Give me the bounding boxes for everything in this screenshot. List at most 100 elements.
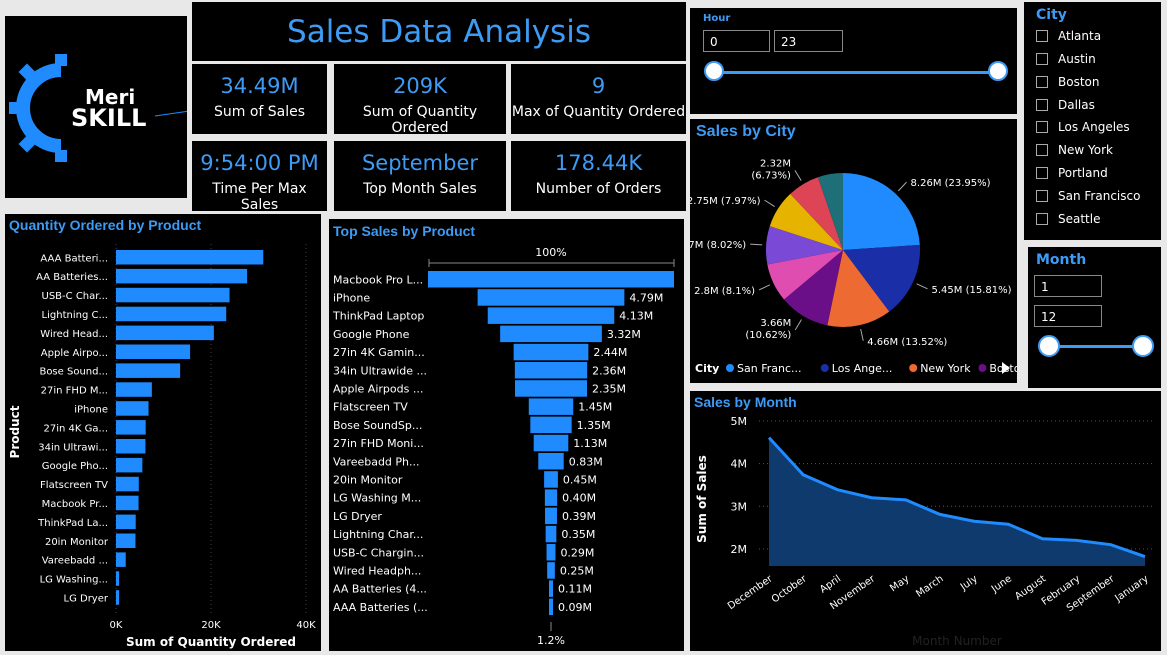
city-label: Atlanta (1058, 29, 1102, 43)
checkbox[interactable] (1036, 121, 1048, 133)
funnel-bar (546, 544, 556, 561)
bar (116, 363, 181, 378)
city-checkbox-row[interactable]: New York (1036, 141, 1113, 159)
funnel-value-label: 2.44M (593, 346, 627, 359)
funnel-category-label: 34in Ultrawide ... (333, 364, 427, 377)
pie-data-label: 2.75M (7.97%) (690, 196, 761, 207)
city-label: Dallas (1058, 98, 1095, 112)
city-checkbox-row[interactable]: Austin (1036, 50, 1096, 68)
funnel-bar (500, 325, 602, 343)
y-tick-label: Flatscreen TV (40, 480, 108, 491)
city-label: Austin (1058, 52, 1096, 66)
legend-title: City (695, 362, 719, 375)
legend-marker (726, 364, 734, 372)
checkbox[interactable] (1036, 213, 1048, 225)
x-tick-label: December (726, 573, 776, 612)
funnel-category-label: 27in 4K Gamin... (333, 346, 425, 359)
city-checkbox-row[interactable]: Dallas (1036, 96, 1095, 114)
city-label: Boston (1058, 75, 1100, 89)
kpi-value: 9:54:00 PM (200, 151, 319, 175)
funnel-category-label: iPhone (333, 291, 370, 304)
pie-data-label: 4.66M (13.52%) (867, 337, 947, 348)
funnel-bar (533, 434, 569, 452)
bar (116, 401, 149, 416)
legend-marker (978, 364, 987, 372)
funnel-category-label: AAA Batteries (... (333, 601, 428, 614)
y-axis-title: Product (8, 405, 22, 458)
x-tick-label: July (958, 573, 980, 593)
city-checkbox-row[interactable]: Atlanta (1036, 27, 1101, 45)
funnel-category-label: Bose SoundSp... (333, 419, 422, 432)
hour-max-input[interactable]: 23 (774, 30, 843, 52)
kpi-card: 209K Sum of Quantity Ordered (334, 64, 506, 136)
month-max-input[interactable]: 12 (1034, 305, 1102, 327)
funnel-value-label: 1.13M (573, 437, 607, 450)
x-tick-label: June (989, 573, 1014, 595)
sales-by-month-panel: Sales by Month Sum of Sales Month Number… (690, 391, 1161, 651)
hour-slicer: Hour 0 23 (690, 8, 1017, 114)
checkbox[interactable] (1036, 144, 1048, 156)
checkbox[interactable] (1036, 53, 1048, 65)
funnel-category-label: Vareebadd Ph... (333, 455, 420, 468)
bar (116, 533, 136, 548)
funnel-value-label: 3.32M (607, 328, 641, 341)
city-checkbox-row[interactable]: Boston (1036, 73, 1099, 91)
funnel-value-label: 0.35M (561, 528, 595, 541)
checkbox[interactable] (1036, 167, 1048, 179)
city-checkbox-row[interactable]: Portland (1036, 164, 1108, 182)
pie-leader-line (897, 181, 907, 192)
y-tick-label: 20in Monitor (45, 537, 109, 548)
funnel-bar (514, 362, 588, 379)
city-checkbox-row[interactable]: Los Angeles (1036, 118, 1130, 136)
kpi-card: 9:54:00 PM Time Per Max Sales (192, 141, 327, 213)
checkbox[interactable] (1036, 30, 1048, 42)
hour-slider-min-handle[interactable] (704, 61, 724, 81)
funnel-category-label: 20in Monitor (333, 473, 403, 486)
funnel-bar (545, 525, 557, 543)
city-checkbox-row[interactable]: San Francisco (1036, 187, 1140, 205)
pie-data-label: 2.8M (8.1%) (694, 286, 755, 297)
pie-leader-line (750, 243, 763, 246)
funnel-bar (544, 471, 558, 488)
bar (116, 571, 120, 586)
hour-slider-track[interactable] (715, 71, 998, 74)
month-slicer: Month 1 12 (1028, 247, 1161, 388)
month-slider-min-handle[interactable] (1038, 335, 1060, 357)
hour-slider-max-handle[interactable] (988, 61, 1008, 81)
pie-slice (843, 173, 920, 250)
checkbox[interactable] (1036, 76, 1048, 88)
checkbox[interactable] (1036, 190, 1048, 202)
checkbox[interactable] (1036, 99, 1048, 111)
funnel-bar (513, 343, 589, 361)
funnel-bar (549, 598, 553, 616)
y-tick-label: 5M (731, 415, 748, 428)
funnel-value-label: 4.13M (619, 310, 653, 323)
funnel-value-label: 0.45M (563, 473, 597, 486)
funnel-category-label: Google Phone (333, 328, 410, 341)
month-slider-track[interactable] (1048, 345, 1143, 348)
y-tick-label: Vareebadd ... (42, 556, 108, 567)
pie-leader-line (794, 319, 802, 331)
month-slider-max-handle[interactable] (1132, 335, 1154, 357)
kpi-label: Number of Orders (535, 181, 662, 197)
y-tick-label: 27in 4K Ga... (43, 423, 108, 434)
city-label: Portland (1058, 166, 1108, 180)
month-min-input[interactable]: 1 (1034, 275, 1102, 297)
y-tick-label: AAA Batteri... (40, 253, 108, 264)
funnel-bar (547, 562, 555, 579)
bar (116, 306, 227, 322)
x-tick-label: 0K (110, 620, 123, 631)
hour-min-input[interactable]: 0 (703, 30, 770, 52)
kpi-value: 209K (393, 74, 447, 98)
funnel-value-label: 0.11M (558, 583, 592, 596)
bar (116, 250, 264, 265)
pie-data-label: 2.32M (6.73%) (751, 158, 791, 181)
funnel-value-label: 2.36M (592, 364, 626, 377)
kpi-label: Time Per Max Sales (212, 181, 307, 213)
top-sales-panel: Top Sales by Product 100% 1.2% Macbook P… (329, 219, 684, 651)
top-sales-funnel-chart: 100% 1.2% Macbook Pro L... iPhone 4.79M Thi… (332, 246, 675, 647)
city-checkbox-row[interactable]: Seattle (1036, 210, 1100, 228)
kpi-value: 178.44K (554, 151, 643, 175)
city-slicer: City Atlanta Austin Boston Dallas Los An… (1024, 2, 1161, 240)
hour-slicer-title: Hour (703, 13, 731, 24)
